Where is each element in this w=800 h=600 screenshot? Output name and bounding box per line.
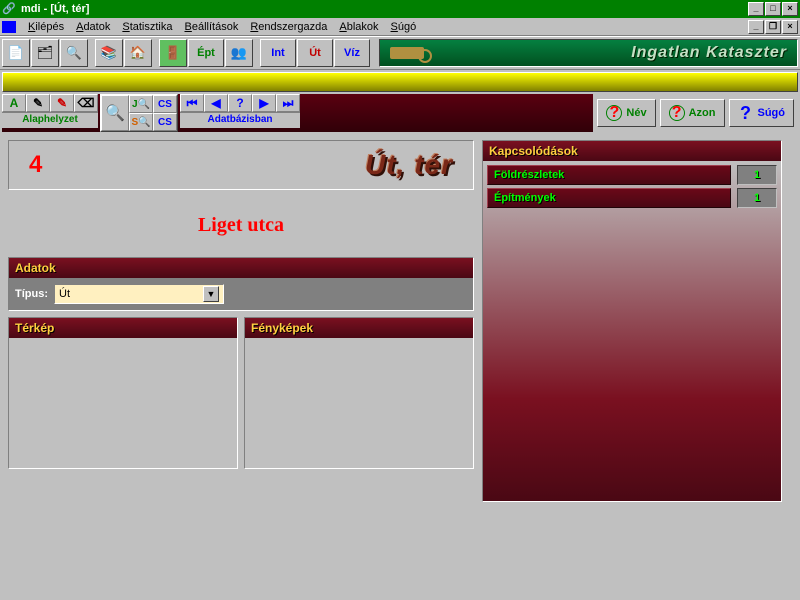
menu-rendszergazda[interactable]: Rendszergazda — [244, 20, 333, 34]
menu-statisztika[interactable]: Statisztika — [116, 20, 178, 34]
int-button[interactable]: Int — [260, 39, 296, 67]
nav-toolbar: A ✎ ✎ ⌫ Alaphelyzet 🔍 J🔍 S🔍 CS CS ⏮ ◀ ? … — [2, 94, 798, 132]
fenykepek-panel: Fényképek — [244, 317, 474, 469]
main-toolbar: 📄 🗂 🔍 📚 🏠 🚪 Épt 👥 Int Út Víz Ingatlan Ka… — [0, 36, 800, 70]
cs2-button[interactable]: CS — [153, 113, 177, 131]
mdi-restore-button[interactable]: ❐ — [765, 20, 781, 34]
dropdown-arrow-icon: ▼ — [203, 286, 219, 302]
adatbazisban-label: Adatbázisban — [180, 112, 300, 128]
fenykepek-body — [245, 338, 473, 468]
window-title: mdi - [Út, tér] — [21, 3, 748, 15]
book-button[interactable]: 📚 — [95, 39, 123, 67]
alaphelyzet-label: Alaphelyzet — [2, 112, 98, 128]
people-button[interactable]: 👥 — [225, 39, 253, 67]
preview-button[interactable]: 🔍 — [60, 39, 88, 67]
tipus-select[interactable]: Út ▼ — [54, 284, 224, 304]
erase-button[interactable]: ⌫ — [74, 94, 98, 112]
nev-button[interactable]: ?Név — [597, 99, 655, 127]
ut-button[interactable]: Út — [297, 39, 333, 67]
exit-button[interactable]: 📄 — [2, 39, 30, 67]
door-button[interactable]: 🚪 — [159, 39, 187, 67]
relation-foldreszletek[interactable]: Földrészletek — [487, 165, 731, 185]
key-icon — [390, 47, 424, 59]
mdi-icon — [2, 21, 16, 33]
relation-epitmenyek[interactable]: Építmények — [487, 188, 731, 208]
tipus-label: Típus: — [15, 288, 48, 300]
kapcsolodasok-header: Kapcsolódások — [483, 141, 781, 161]
building-button[interactable]: 🏠 — [124, 39, 152, 67]
prev-button[interactable]: ◀ — [204, 94, 228, 112]
viz-button[interactable]: Víz — [334, 39, 370, 67]
titlebar: 🔗 mdi - [Út, tér] _ □ × — [0, 0, 800, 18]
help-nav-button[interactable]: ? — [228, 94, 252, 112]
menubar: Kilépés Adatok Statisztika Beállítások R… — [0, 18, 800, 36]
relation-foldreszletek-count: 1 — [737, 165, 777, 185]
app-icon: 🔗 — [2, 2, 18, 16]
sugo-button[interactable]: ?Súgó — [729, 99, 795, 127]
next-button[interactable]: ▶ — [252, 94, 276, 112]
menu-sugo[interactable]: Súgó — [385, 20, 423, 34]
first-button[interactable]: ⏮ — [180, 94, 204, 112]
brand-banner: Ingatlan Kataszter — [379, 39, 798, 67]
search-button[interactable]: 🔍 — [101, 95, 129, 131]
record-number: 4 — [29, 151, 42, 179]
edit-pencil-button[interactable]: ✎ — [26, 94, 50, 112]
menu-adatok[interactable]: Adatok — [70, 20, 116, 34]
terkep-panel: Térkép — [8, 317, 238, 469]
brand-text: Ingatlan Kataszter — [631, 44, 787, 62]
jq-button[interactable]: J🔍 — [129, 95, 153, 113]
category-title: Út, tér — [365, 149, 453, 181]
adatok-panel: Adatok Típus: Út ▼ — [8, 257, 474, 311]
adatok-header: Adatok — [9, 258, 473, 278]
maximize-button[interactable]: □ — [765, 2, 781, 16]
content-area: 4 Út, tér Liget utca Adatok Típus: Út ▼ … — [0, 134, 800, 508]
last-button[interactable]: ⏭ — [276, 94, 300, 112]
menu-beallitasok[interactable]: Beállítások — [179, 20, 245, 34]
edit-red-button[interactable]: ✎ — [50, 94, 74, 112]
kapcsolodasok-panel: Kapcsolódások Földrészletek 1 Építmények… — [482, 140, 782, 502]
azon-button[interactable]: ?Azon — [660, 99, 725, 127]
terkep-header: Térkép — [9, 318, 237, 338]
menu-kilepes[interactable]: Kilépés — [22, 20, 70, 34]
ept-button[interactable]: Épt — [188, 39, 224, 67]
cs1-button[interactable]: CS — [153, 95, 177, 113]
relation-epitmenyek-count: 1 — [737, 188, 777, 208]
record-header: 4 Út, tér — [8, 140, 474, 190]
sq-button[interactable]: S🔍 — [129, 113, 153, 131]
minimize-button[interactable]: _ — [748, 2, 764, 16]
street-name: Liget utca — [8, 190, 474, 257]
mode-a-button[interactable]: A — [2, 94, 26, 112]
close-button[interactable]: × — [782, 2, 798, 16]
mdi-minimize-button[interactable]: _ — [748, 20, 764, 34]
tipus-value: Út — [59, 288, 70, 300]
fenykepek-header: Fényképek — [245, 318, 473, 338]
print-button[interactable]: 🗂 — [31, 39, 59, 67]
terkep-body — [9, 338, 237, 468]
menu-ablakok[interactable]: Ablakok — [333, 20, 384, 34]
mdi-close-button[interactable]: × — [782, 20, 798, 34]
separator-bar — [2, 72, 798, 92]
